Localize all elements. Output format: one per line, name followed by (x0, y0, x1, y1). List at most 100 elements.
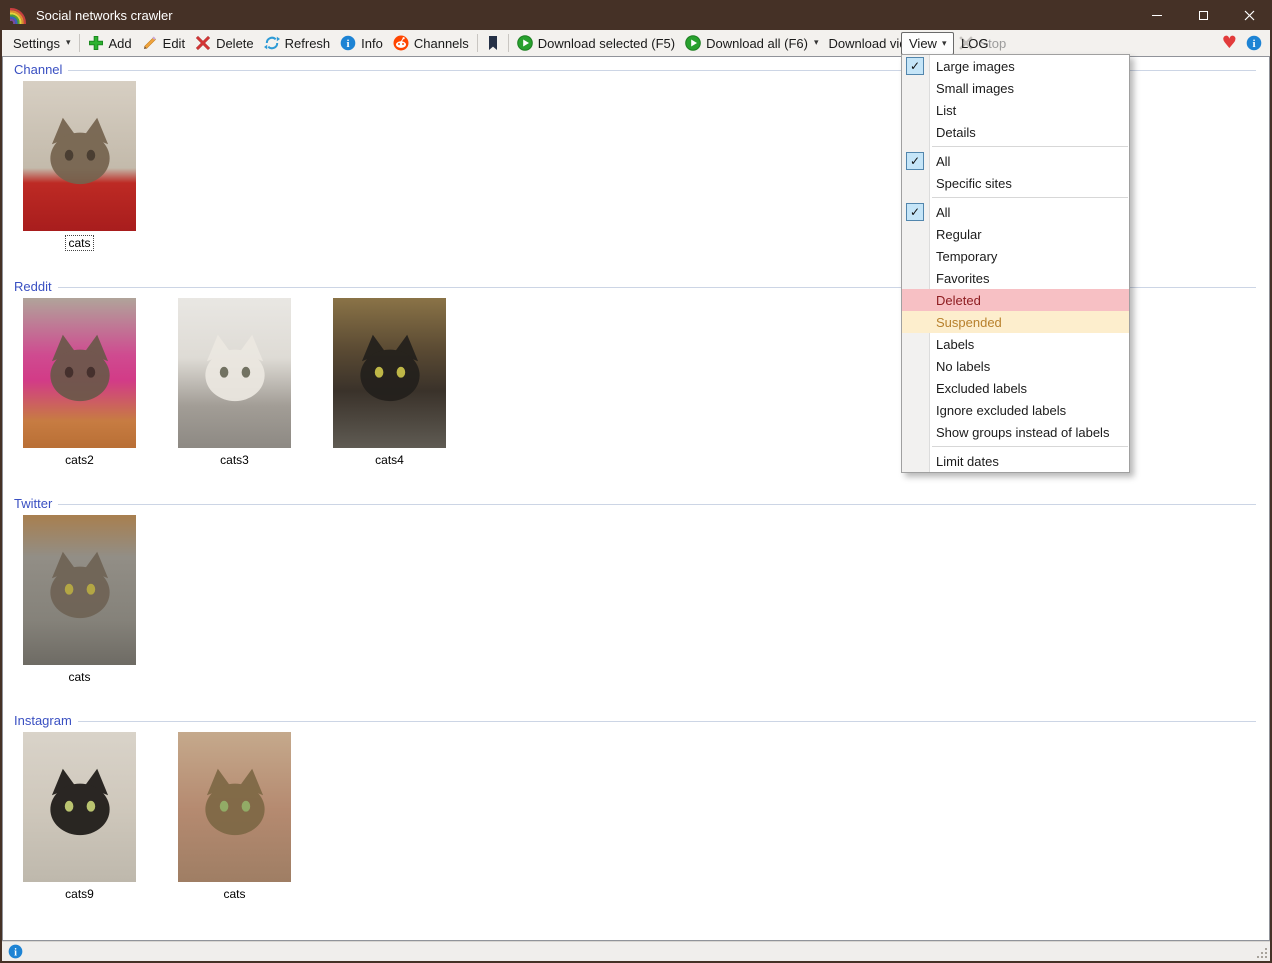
thumbnail-caption[interactable]: cats (23, 236, 136, 250)
status-info-icon: i (8, 944, 23, 959)
refresh-button[interactable]: Refresh (259, 32, 336, 54)
thumbnail-image[interactable] (23, 732, 136, 882)
chevron-down-icon: ▾ (66, 38, 71, 48)
cat-photo-placeholder (351, 330, 429, 408)
view-menu: ✓Large imagesSmall imagesListDetails ✓All… (901, 54, 1130, 473)
settings-button[interactable]: Settings▾ (8, 33, 76, 54)
bookmark-button[interactable] (481, 32, 505, 54)
info-button[interactable]: i Info (335, 32, 388, 54)
close-icon (1244, 10, 1255, 21)
bookmark-icon (486, 35, 500, 51)
thumbnail-item[interactable]: cats (23, 515, 136, 684)
menu-item-favorites[interactable]: Favorites (902, 267, 1129, 289)
toolbar-separator (79, 34, 80, 52)
add-button[interactable]: Add (83, 32, 137, 54)
cat-photo-placeholder (41, 113, 119, 191)
thumbnail-image[interactable] (178, 298, 291, 448)
info-button-right[interactable]: i (1246, 35, 1262, 51)
thumbnail-item[interactable]: cats (178, 732, 291, 901)
svg-text:i: i (1252, 38, 1255, 50)
toolbar: Settings▾ Add Edit Delete (2, 30, 1270, 56)
title-bar: Social networks crawler (0, 0, 1272, 30)
section-header: Instagram (14, 712, 1256, 728)
section-rule (58, 504, 1256, 505)
thumbnail-image[interactable] (23, 515, 136, 665)
menu-separator (902, 143, 1129, 150)
section-title: Twitter (14, 496, 58, 511)
toolbar-separator (508, 34, 509, 52)
view-button[interactable]: View▾ (901, 32, 954, 55)
thumbnail-item[interactable]: cats9 (23, 732, 136, 901)
section-instagram: Instagram cats9 cats (3, 712, 1269, 928)
log-button[interactable]: LOG (957, 30, 992, 56)
menu-item-no-labels[interactable]: No labels (902, 355, 1129, 377)
thumbnail-image[interactable] (178, 732, 291, 882)
toolbar-separator (477, 34, 478, 52)
edit-button[interactable]: Edit (137, 32, 190, 54)
menu-item-all[interactable]: ✓All (902, 201, 1129, 223)
refresh-icon (264, 35, 280, 51)
thumbnail-image[interactable] (23, 81, 136, 231)
menu-item-details[interactable]: Details (902, 121, 1129, 143)
play-circle-icon (517, 35, 533, 51)
delete-button[interactable]: Delete (190, 32, 259, 54)
checkbox-checked-icon: ✓ (906, 57, 924, 75)
section-title: Reddit (14, 279, 58, 294)
thumbnail-image[interactable] (23, 298, 136, 448)
thumbnail-caption[interactable]: cats (23, 670, 136, 684)
minimize-button[interactable] (1134, 0, 1180, 30)
menu-item-deleted[interactable]: Deleted (902, 289, 1129, 311)
menu-item-regular[interactable]: Regular (902, 223, 1129, 245)
menu-separator (902, 443, 1129, 450)
thumbnail-item[interactable]: cats (23, 81, 136, 250)
menu-item-small-images[interactable]: Small images (902, 77, 1129, 99)
menu-item-specific-sites[interactable]: Specific sites (902, 172, 1129, 194)
menu-item-limit-dates[interactable]: Limit dates (902, 450, 1129, 472)
menu-item-list[interactable]: List (902, 99, 1129, 121)
section-title: Instagram (14, 713, 78, 728)
thumbnail-caption[interactable]: cats9 (23, 887, 136, 901)
heart-button[interactable]: ♥ (1222, 35, 1237, 52)
minimize-icon (1152, 15, 1162, 16)
section-twitter: Twitter cats (3, 495, 1269, 711)
menu-item-excluded-labels[interactable]: Excluded labels (902, 377, 1129, 399)
menu-item-suspended[interactable]: Suspended (902, 311, 1129, 333)
thumbnail-item[interactable]: cats4 (333, 298, 446, 467)
menu-item-temporary[interactable]: Temporary (902, 245, 1129, 267)
channels-button[interactable]: Channels (388, 32, 474, 54)
section-title: Channel (14, 62, 68, 77)
menu-separator (902, 194, 1129, 201)
thumbnail-caption[interactable]: cats4 (333, 453, 446, 467)
toolbar-right-group: ♥ i (1222, 30, 1262, 56)
menu-item-all[interactable]: ✓All (902, 150, 1129, 172)
download-all-button[interactable]: Download all (F6)▾ (680, 32, 823, 54)
menu-item-large-images[interactable]: ✓Large images (902, 55, 1129, 77)
delete-x-icon (195, 35, 211, 51)
menu-item-ignore-excluded-labels[interactable]: Ignore excluded labels (902, 399, 1129, 421)
close-button[interactable] (1226, 0, 1272, 30)
thumbnail-item[interactable]: cats2 (23, 298, 136, 467)
thumbnail-caption[interactable]: cats3 (178, 453, 291, 467)
cat-photo-placeholder (41, 764, 119, 842)
status-bar: i (2, 941, 1270, 961)
cat-photo-placeholder (196, 330, 274, 408)
edit-pencil-icon (142, 35, 158, 51)
maximize-icon (1199, 11, 1208, 20)
maximize-button[interactable] (1180, 0, 1226, 30)
thumbnail-item[interactable]: cats3 (178, 298, 291, 467)
thumbnail-caption[interactable]: cats (178, 887, 291, 901)
section-header: Twitter (14, 495, 1256, 511)
checkbox-checked-icon: ✓ (906, 203, 924, 221)
menu-item-labels[interactable]: Labels (902, 333, 1129, 355)
menu-item-show-groups-instead-of-labels[interactable]: Show groups instead of labels (902, 421, 1129, 443)
toolbar-left-group: Settings▾ Add Edit Delete (2, 32, 1011, 54)
section-rule (78, 721, 1256, 722)
thumbnail-caption[interactable]: cats2 (23, 453, 136, 467)
resize-grip[interactable] (1255, 946, 1268, 959)
window-title: Social networks crawler (36, 8, 173, 23)
play-circle-icon (685, 35, 701, 51)
info-icon: i (340, 35, 356, 51)
download-selected-button[interactable]: Download selected (F5) (512, 32, 680, 54)
reddit-channels-icon (393, 35, 409, 51)
thumbnail-image[interactable] (333, 298, 446, 448)
